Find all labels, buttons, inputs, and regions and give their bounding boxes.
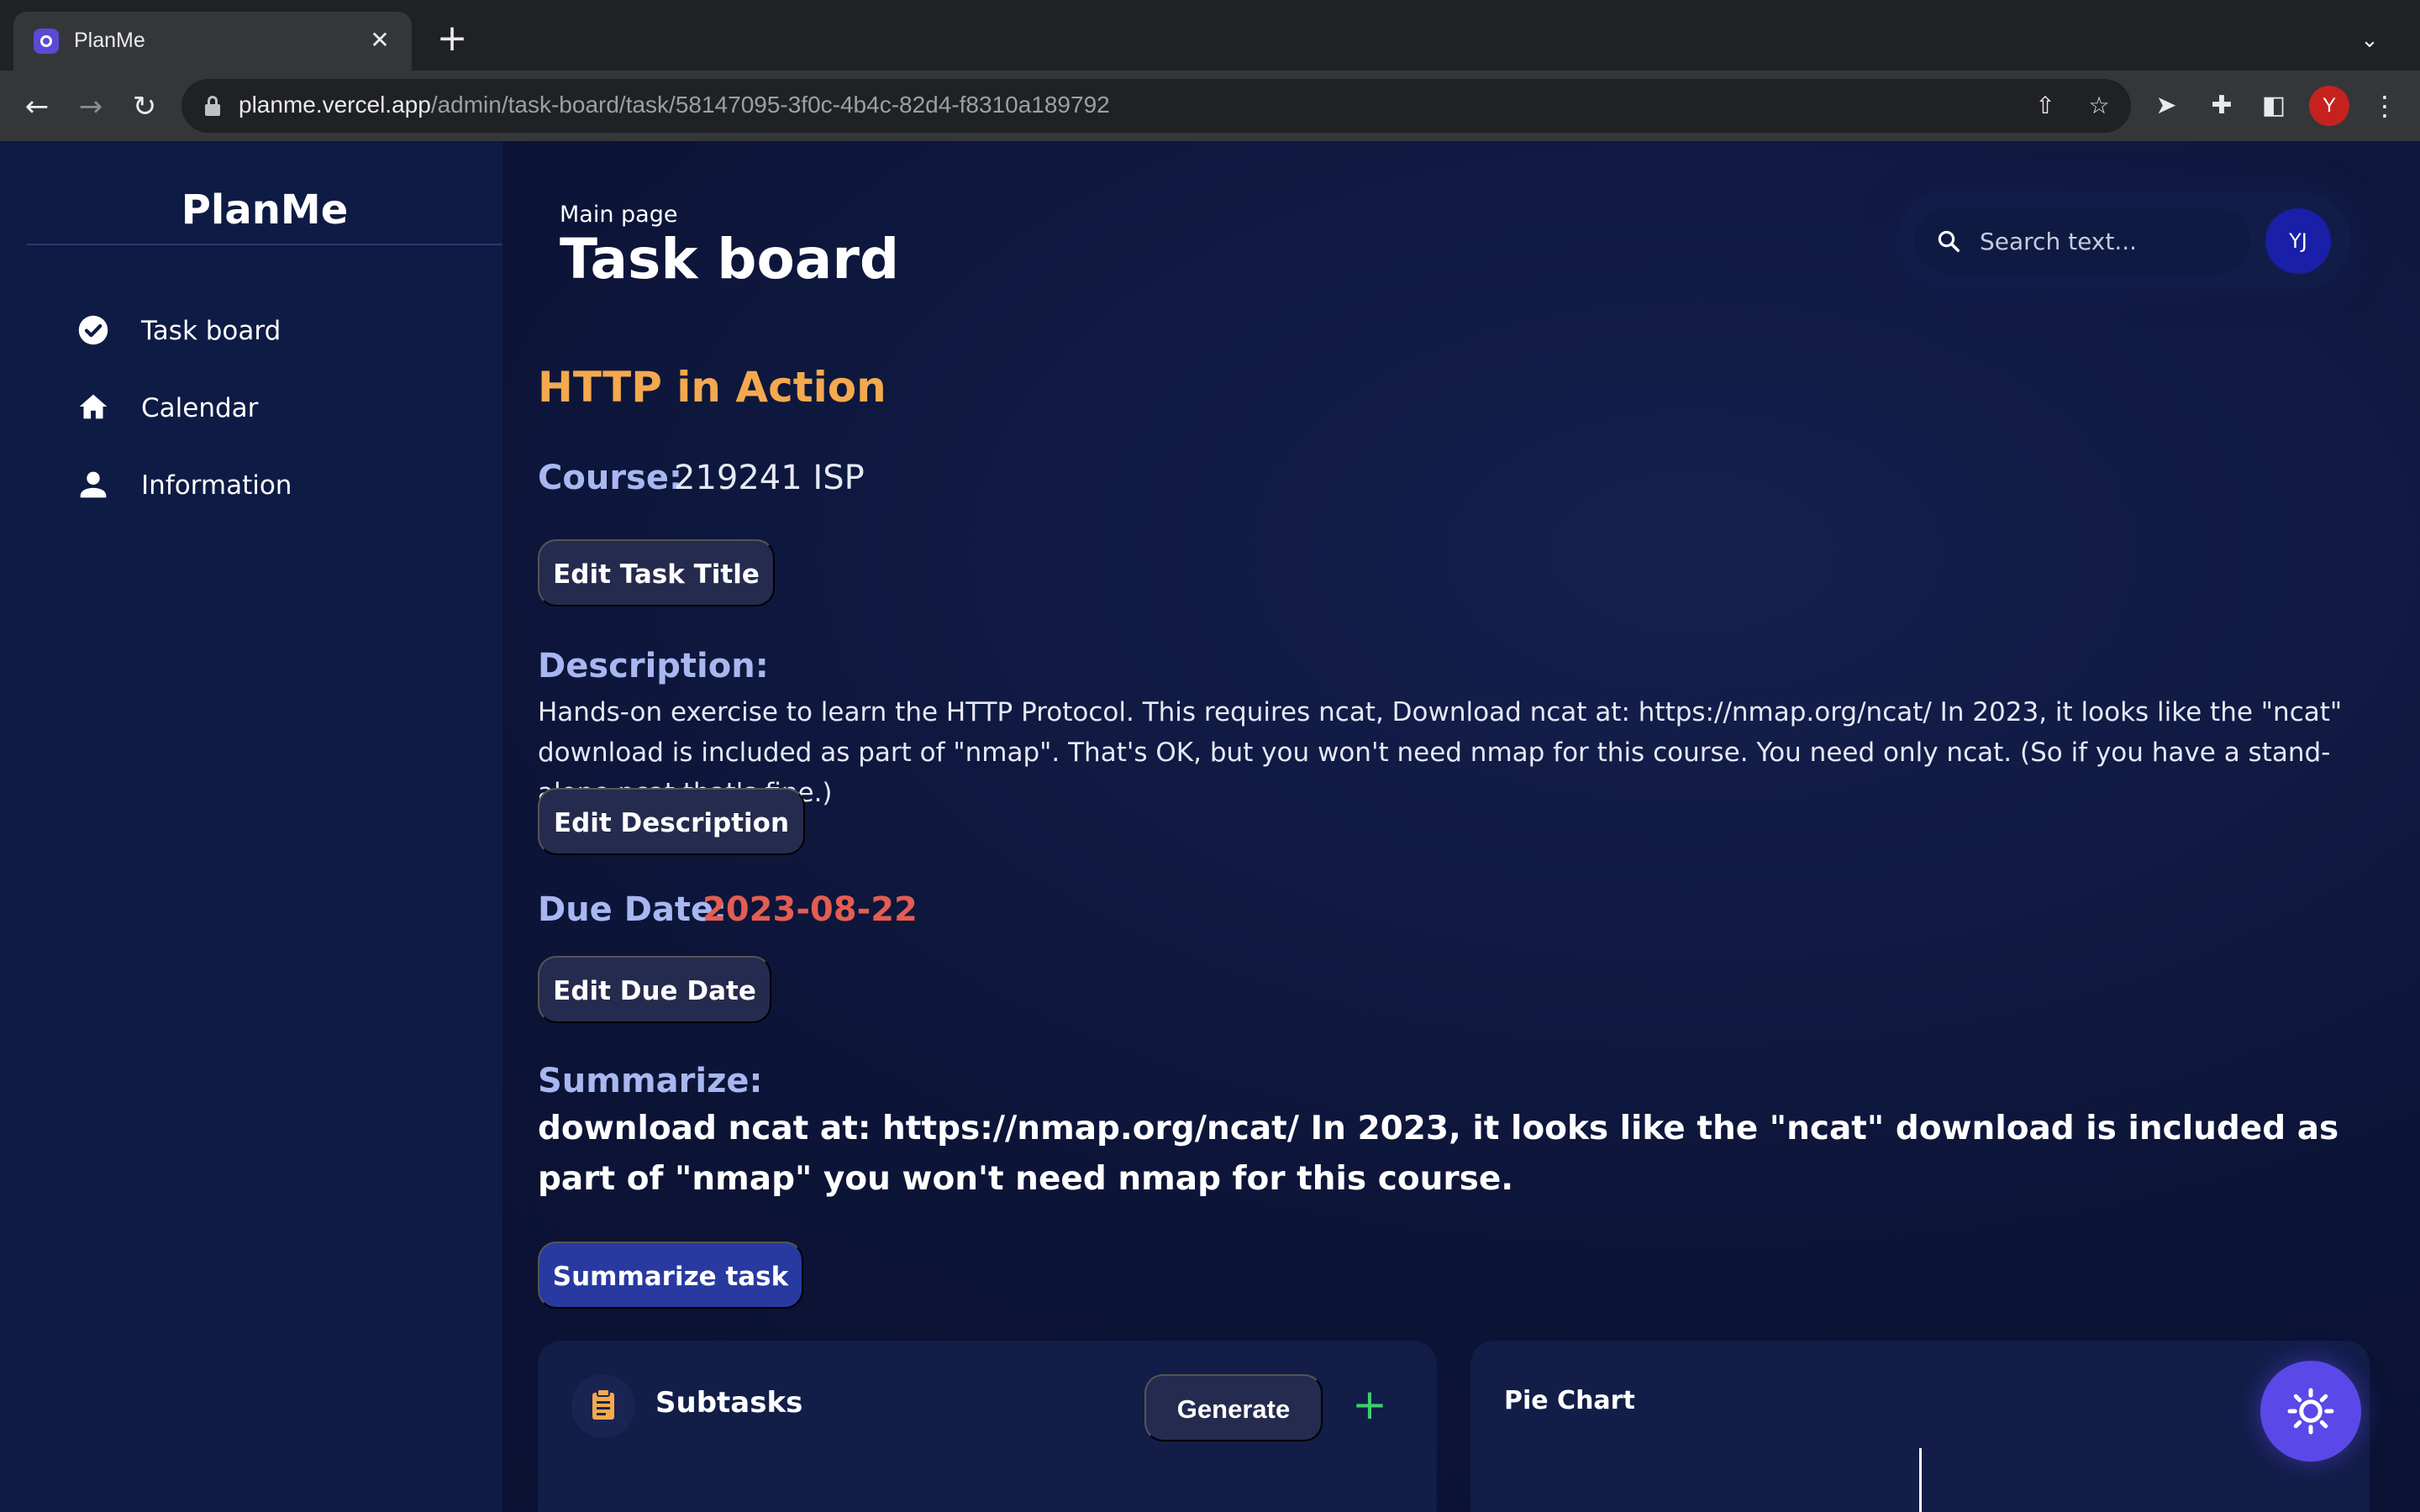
side-panel-icon[interactable]: ◧ [2255, 87, 2292, 124]
summarize-task-button[interactable]: Summarize task [538, 1242, 803, 1309]
description-label: Description: [538, 647, 769, 685]
subtasks-title: Subtasks [655, 1386, 803, 1420]
browser-menu-icon[interactable]: ⋮ [2368, 86, 2402, 126]
summary-text: download ncat at: https://nmap.org/ncat/… [538, 1110, 2339, 1198]
share-icon[interactable]: ⇧ [2030, 91, 2060, 121]
app-root: PlanMe Task board Calendar Information M… [0, 141, 2420, 1512]
person-icon [74, 465, 113, 504]
back-arrow-icon[interactable]: ← [17, 87, 57, 128]
cursor-extension-icon[interactable]: ➤ [2148, 87, 2185, 124]
sidebar-divider [27, 244, 502, 245]
theme-toggle-button[interactable] [2260, 1361, 2361, 1462]
breadcrumb[interactable]: Main page [560, 202, 677, 228]
sidebar: PlanMe Task board Calendar Information [0, 141, 502, 1512]
home-icon [74, 388, 113, 427]
header-search-panel: YJ [1897, 192, 2351, 289]
sidebar-item-label: Calendar [141, 393, 259, 423]
browser-tabstrip: PlanMe ✕ + ⌄ [0, 0, 2420, 71]
due-date-label: Due Date: [538, 890, 728, 929]
brand-logo[interactable]: PlanMe [0, 186, 529, 234]
page-title: Task board [560, 227, 900, 291]
new-tab-button[interactable]: + [434, 20, 471, 59]
check-circle-icon [74, 311, 113, 349]
search-input[interactable] [1980, 223, 2232, 259]
tab-search-chevron-icon[interactable]: ⌄ [2353, 24, 2386, 57]
sidebar-item-task-board[interactable]: Task board [74, 299, 477, 358]
lock-icon [205, 96, 220, 116]
pie-chart-title: Pie Chart [1504, 1386, 1635, 1415]
edit-task-title-button[interactable]: Edit Task Title [538, 539, 775, 606]
bookmark-star-icon[interactable]: ☆ [2084, 91, 2114, 121]
sidebar-item-label: Information [141, 470, 292, 501]
add-subtask-icon[interactable]: + [1344, 1379, 1395, 1430]
search-icon [1936, 228, 1961, 254]
sidebar-item-information[interactable]: Information [74, 454, 477, 512]
task-title: HTTP in Action [538, 363, 886, 412]
user-avatar[interactable]: YJ [2265, 208, 2331, 274]
due-date-value: 2023-08-22 [702, 890, 918, 929]
address-bar[interactable]: planme.vercel.app/admin/task-board/task/… [182, 79, 2131, 133]
tab-close-icon[interactable]: ✕ [365, 25, 395, 55]
course-value: 219241 ISP [674, 459, 865, 497]
planme-favicon-icon [34, 29, 59, 54]
forward-arrow-icon[interactable]: → [71, 87, 111, 128]
edit-description-button[interactable]: Edit Description [538, 788, 805, 855]
search-box[interactable] [1914, 208, 2250, 274]
sidebar-item-calendar[interactable]: Calendar [74, 376, 477, 435]
browser-tab[interactable]: PlanMe ✕ [13, 12, 412, 71]
course-label: Course: [538, 459, 682, 497]
extensions-puzzle-icon[interactable]: ✚ [2203, 87, 2240, 124]
main-content: Main page Task board YJ HTTP in Action C… [502, 141, 2420, 1512]
subtasks-card: Subtasks Generate + [538, 1341, 1437, 1512]
reload-icon[interactable]: ↻ [124, 87, 165, 128]
summarize-label: Summarize: [538, 1062, 763, 1100]
clipboard-icon [571, 1374, 635, 1438]
profile-avatar[interactable]: Y [2309, 86, 2349, 126]
url-text[interactable]: planme.vercel.app/admin/task-board/task/… [239, 92, 1110, 118]
tab-title: PlanMe [74, 29, 145, 52]
browser-toolbar: ← → ↻ planme.vercel.app/admin/task-board… [0, 71, 2420, 141]
edit-due-date-button[interactable]: Edit Due Date [538, 956, 771, 1023]
sidebar-item-label: Task board [141, 316, 281, 346]
generate-subtasks-button[interactable]: Generate [1144, 1374, 1323, 1441]
description-text: Hands-on exercise to learn the HTTP Prot… [538, 697, 2343, 808]
pie-chart-divider [1919, 1448, 1922, 1512]
pie-chart-card: Pie Chart [1470, 1341, 2370, 1512]
